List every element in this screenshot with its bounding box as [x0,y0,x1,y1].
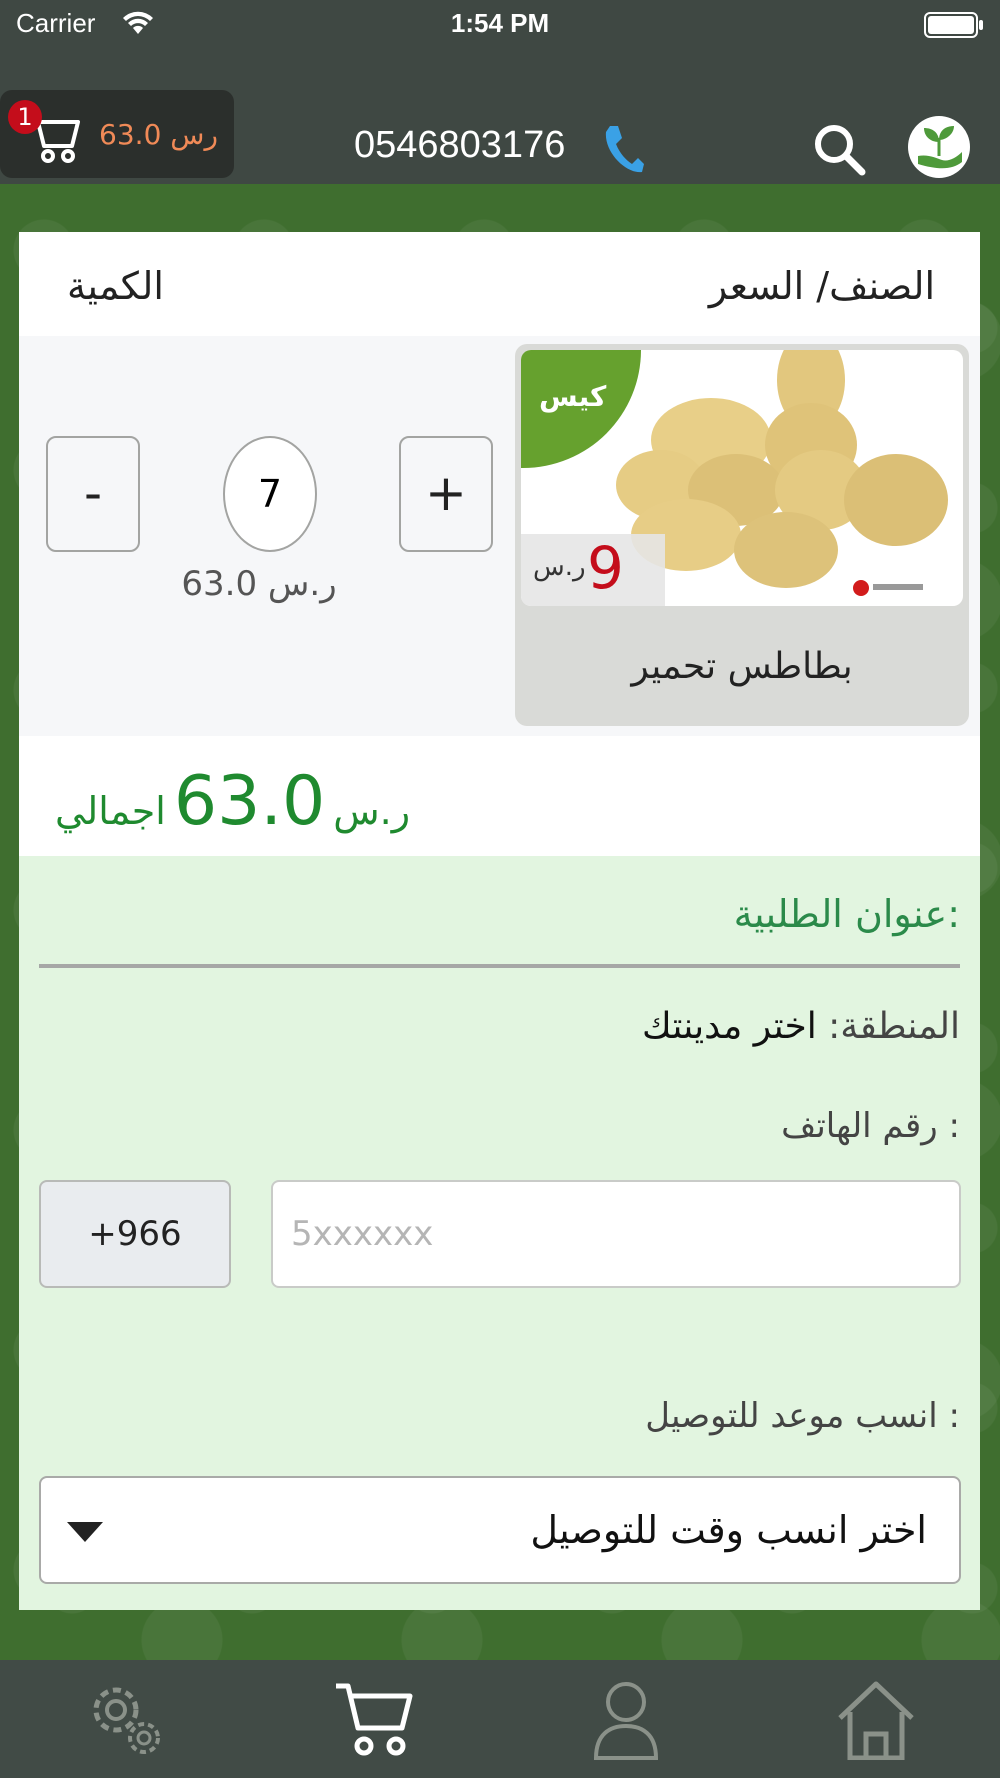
top-navbar: 1 63.0 رس 0546803176 [0,52,1000,184]
product-card[interactable]: كيس 9 ر.س بطاطس تحمير [515,344,969,726]
unit-price-tag: 9 ر.س [521,534,665,606]
total-currency: ر.س [333,789,411,833]
app-logo[interactable] [908,116,970,178]
total-label: اجمالي [55,789,166,833]
delivery-time-value: اختر انسب وقت للتوصيل [530,1508,927,1552]
dropdown-arrow-icon [67,1522,103,1542]
store-phone[interactable]: 0546803176 [354,124,565,167]
bottom-tabbar [0,1660,1000,1778]
user-icon[interactable] [590,1678,662,1760]
unit-price-currency: ر.س [533,552,586,582]
total-row: ر.س63.0اجمالي [19,736,980,856]
cart-total-label: 63.0 رس [99,118,218,151]
total-amount: 63.0 [173,762,326,841]
search-icon[interactable] [812,122,866,176]
address-title: عنوان الطلبية: [733,892,960,936]
delivery-time-select[interactable]: اختر انسب وقت للتوصيل [39,1476,961,1584]
product-image: كيس 9 ر.س [521,350,963,606]
cart-card: الصنف/ السعر الكمية كيس 9 ر.س بطاطس تحمي… [19,232,980,1610]
home-icon[interactable] [836,1678,916,1760]
quantity-value: 7 [223,436,317,552]
increase-quantity-button[interactable]: + [399,436,493,552]
phone-input[interactable] [271,1180,961,1288]
phone-icon[interactable] [600,122,646,176]
country-code: +966 [39,1180,231,1288]
settings-icon[interactable] [84,1678,166,1760]
column-header-item-price: الصنف/ السعر [708,264,935,308]
plant-hand-icon [918,126,962,169]
line-total: 63.0 ر.س [181,564,337,604]
cart-count-badge: 1 [8,100,42,134]
phone-label: رقم الهاتف : [781,1106,960,1146]
delivery-time-label: انسب موعد للتوصيل : [645,1396,960,1436]
cart-tab-icon[interactable] [332,1678,416,1760]
divider [39,964,960,968]
address-section: عنوان الطلبية: المنطقة: اختر مدينتك رقم … [19,856,980,1610]
status-bar: Carrier 1:54 PM [0,0,1000,52]
product-name: بطاطس تحمير [631,646,853,687]
battery-icon [924,12,983,38]
mini-cart-button[interactable]: 1 63.0 رس [0,90,234,178]
column-header-quantity: الكمية [67,264,164,308]
cart-item-row: كيس 9 ر.س بطاطس تحمير + 7 - 63.0 ر.س [19,336,980,736]
decrease-quantity-button[interactable]: - [46,436,140,552]
unit-price-value: 9 [587,534,624,602]
region-row[interactable]: المنطقة: اختر مدينتك [642,1006,960,1047]
clock: 1:54 PM [450,8,550,38]
region-label: المنطقة: [828,1006,960,1047]
region-value[interactable]: اختر مدينتك [642,1006,817,1047]
